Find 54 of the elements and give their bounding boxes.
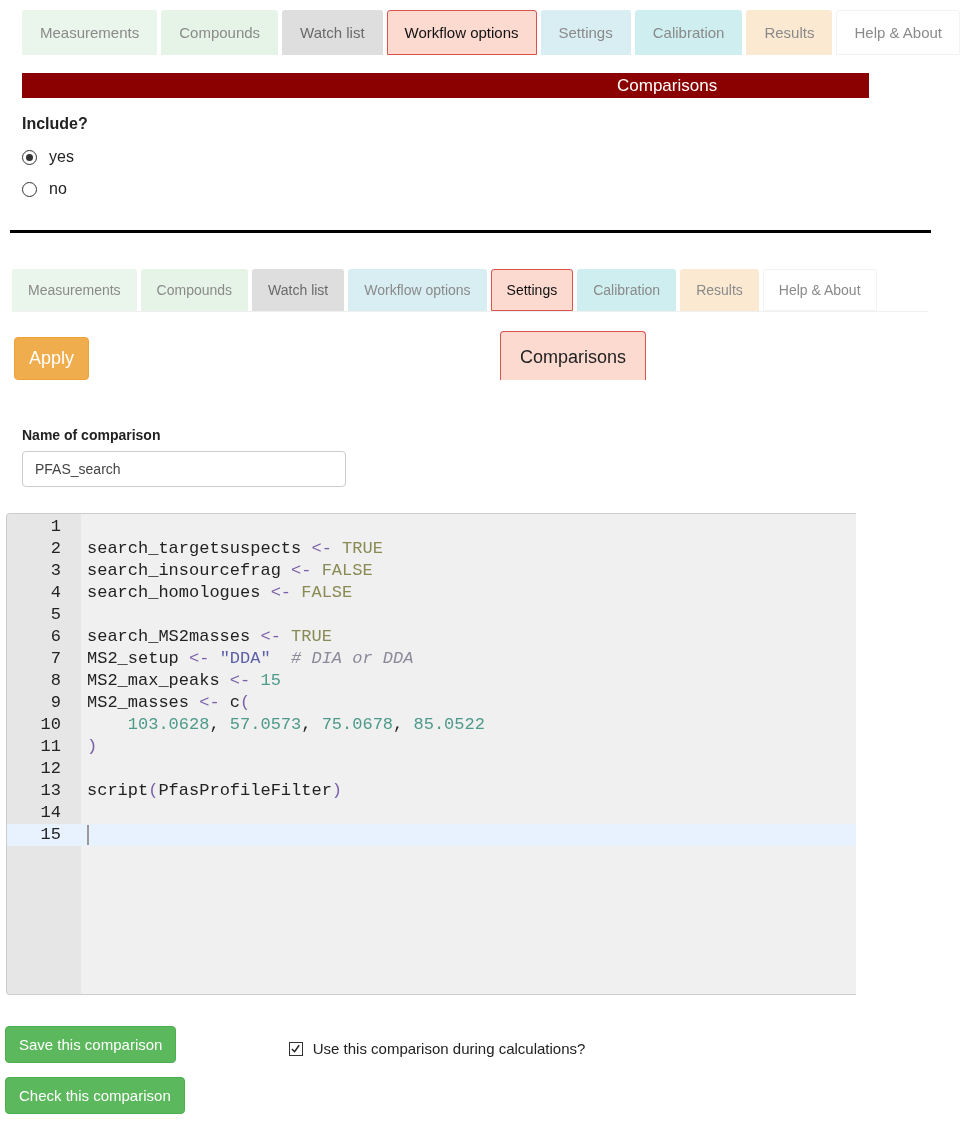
line-number: 3 <box>49 560 62 582</box>
code-line: MS2_max_peaks <- 15 <box>87 671 281 690</box>
line-number: 11 <box>39 736 62 758</box>
tab[interactable]: Calibration <box>634 10 743 55</box>
tab[interactable]: Compounds <box>161 10 279 55</box>
tab[interactable]: Calibration <box>577 269 677 311</box>
save-button[interactable]: Save this comparison <box>5 1026 177 1063</box>
code-line: search_MS2masses <- TRUE <box>87 627 332 646</box>
code-line: search_insourcefrag <- FALSE <box>87 561 373 580</box>
check-button[interactable]: Check this comparison <box>5 1077 185 1114</box>
checkbox-label[interactable]: Use this comparison during calculations? <box>312 1040 586 1057</box>
tab[interactable]: Workflow options <box>348 269 487 311</box>
line-number: 7 <box>49 648 62 670</box>
radio-label[interactable]: no <box>49 180 67 198</box>
line-number: 2 <box>49 538 62 560</box>
tab[interactable]: Watch list <box>252 269 345 311</box>
code-line: search_homologues <- FALSE <box>87 583 353 602</box>
code-line: script(PfasProfileFilter) <box>87 781 343 800</box>
line-number: 12 <box>39 758 62 780</box>
line-number: 14 <box>39 802 62 824</box>
section-header: Comparisons <box>22 73 869 98</box>
checkbox[interactable] <box>288 1041 303 1056</box>
field-label: Include? <box>22 115 89 133</box>
tab[interactable]: Watch list <box>282 10 383 55</box>
tab[interactable]: Settings <box>540 10 631 55</box>
tab[interactable]: Results <box>680 269 759 311</box>
line-number: 15 <box>7 824 81 846</box>
radio-label[interactable]: yes <box>49 148 74 166</box>
tab[interactable]: Help & About <box>762 269 877 311</box>
tab[interactable]: Measurements <box>22 10 158 55</box>
tab[interactable]: Workflow options <box>386 10 537 55</box>
field-label: Name of comparison <box>22 427 162 443</box>
line-number: 1 <box>49 516 62 538</box>
line-number: 9 <box>49 692 62 714</box>
code-line: 103.0628, 57.0573, 75.0678, 85.0522 <box>126 715 485 734</box>
line-number: 6 <box>49 626 62 648</box>
input-field[interactable]: PFAS_search <box>22 451 346 487</box>
line-number: 8 <box>49 670 62 692</box>
tab[interactable]: Comparisons <box>500 331 647 380</box>
text-cursor <box>87 825 89 845</box>
code-line: ) <box>87 737 98 756</box>
line-number: 5 <box>49 604 62 626</box>
line-number: 4 <box>49 582 62 604</box>
tab[interactable]: Help & About <box>836 10 960 55</box>
code-line: MS2_setup <- "DDA" # DIA or DDA <box>87 649 414 668</box>
tab[interactable]: Compounds <box>140 269 249 311</box>
tab[interactable]: Settings <box>490 269 574 311</box>
apply-button[interactable]: Apply <box>14 337 90 380</box>
code-line: search_targetsuspects <- TRUE <box>87 539 383 558</box>
line-number: 10 <box>39 714 62 736</box>
tab[interactable]: Measurements <box>12 269 137 311</box>
tab[interactable]: Results <box>746 10 833 55</box>
code-line: MS2_masses <- c( <box>87 693 251 712</box>
line-number: 13 <box>39 780 62 802</box>
